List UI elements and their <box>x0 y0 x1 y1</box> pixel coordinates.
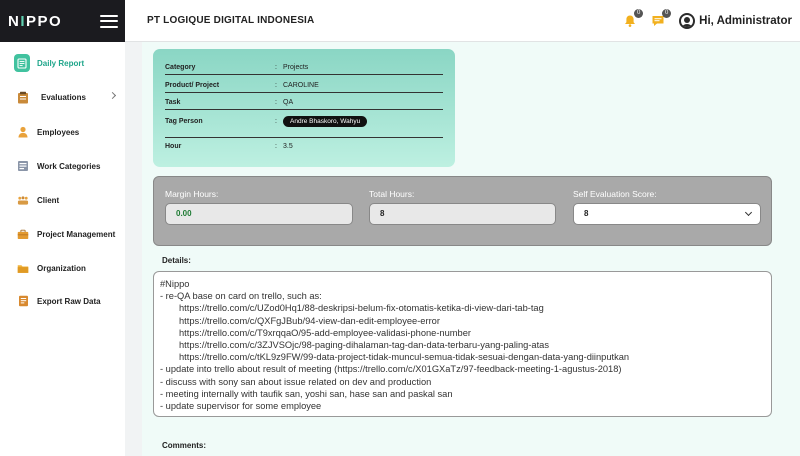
details-line: - discuss with sony san about issue rela… <box>160 376 432 387</box>
sidebar-item-label: Export Raw Data <box>37 296 101 306</box>
message-count: 0 <box>662 9 672 18</box>
hours-panel: Margin Hours: 0.00 Total Hours: 8 Self E… <box>153 176 772 246</box>
tag-person-chip[interactable]: Andre Bhaskoro, Wahyu <box>283 116 368 127</box>
details-line: #Nippo <box>160 279 190 289</box>
comments-label: Comments: <box>162 441 207 450</box>
sidebar-item-daily-report[interactable]: Daily Report <box>0 52 125 74</box>
sidebar-item-evaluations[interactable]: Evaluations <box>0 86 125 108</box>
details-line: https://trello.com/c/3ZJVSOjc/98-paging-… <box>179 340 549 351</box>
details-label: Details: <box>162 256 191 265</box>
sidebar-item-label: Organization <box>37 263 86 273</box>
menu-toggle-icon[interactable] <box>100 14 118 28</box>
chevron-down-icon <box>744 208 753 217</box>
total-hours-label: Total Hours: <box>369 189 415 199</box>
margin-hours-field[interactable]: 0.00 <box>165 203 353 225</box>
details-line: https://trello.com/c/tKL9z9FW/99-data-pr… <box>179 352 630 363</box>
notification-count: 0 <box>634 9 644 18</box>
sidebar-item-label: Work Categories <box>37 161 101 171</box>
details-line: - update into trello about result of mee… <box>160 364 622 375</box>
company-name: PT LOGIQUE DIGITAL INDONESIA <box>147 15 315 26</box>
category-value: Projects <box>283 64 309 71</box>
details-line: https://trello.com/c/QXFgJBub/94-view-da… <box>179 315 440 326</box>
sidebar-item-label: Employees <box>37 127 80 137</box>
details-line: - re-QA base on card on trello, such as: <box>160 291 322 302</box>
work-categories-icon <box>17 160 29 172</box>
details-line: - update supervisor for some employee <box>160 401 322 412</box>
product-row: Product/ Project : CAROLINE <box>165 79 443 93</box>
divider <box>165 137 443 138</box>
tag-person-row: Tag Person : Andre Bhaskoro, Wahyu <box>165 115 443 129</box>
details-line: - meeting internally with taufik san, yo… <box>160 388 453 399</box>
product-value: CAROLINE <box>283 82 319 89</box>
top-bar: PT LOGIQUE DIGITAL INDONESIA 0 0 Hi, Adm… <box>125 0 800 42</box>
details-textarea[interactable]: #Nippo - re-QA base on card on trello, s… <box>153 271 772 417</box>
task-value: QA <box>283 99 294 106</box>
sidebar-item-work-categories[interactable]: Work Categories <box>0 155 125 177</box>
sidebar-item-employees[interactable]: Employees <box>0 121 125 143</box>
sidebar-item-label: Evaluations <box>41 92 86 102</box>
margin-hours-label: Margin Hours: <box>165 189 219 199</box>
sidebar: Daily Report Evaluations Employees Work … <box>0 42 125 456</box>
notifications-button[interactable]: 0 <box>623 9 644 28</box>
hour-row: Hour : 3.5 <box>165 143 293 150</box>
project-management-icon <box>17 228 29 240</box>
self-evaluation-select[interactable]: 8 <box>573 203 761 225</box>
employees-icon <box>17 126 29 138</box>
sidebar-item-client[interactable]: Client <box>0 189 125 211</box>
export-raw-data-icon <box>17 295 29 307</box>
sidebar-item-export-raw-data[interactable]: Export Raw Data <box>0 290 125 312</box>
details-line: https://trello.com/c/UZod0Hq1/88-deskrip… <box>179 303 544 314</box>
sidebar-item-label: Project Management <box>37 229 116 239</box>
sidebar-item-project-management[interactable]: Project Management <box>0 223 125 245</box>
chevron-right-icon <box>108 91 117 100</box>
total-hours-field[interactable]: 8 <box>369 203 556 225</box>
user-avatar-icon[interactable] <box>679 13 696 29</box>
daily-report-icon <box>14 54 30 72</box>
app-logo[interactable]: NIPPO <box>8 13 62 30</box>
logo-bar: NIPPO <box>0 0 125 42</box>
hour-value: 3.5 <box>283 143 293 150</box>
sidebar-item-organization[interactable]: Organization <box>0 257 125 279</box>
self-evaluation-value: 8 <box>584 209 589 218</box>
client-icon <box>17 194 29 206</box>
task-row: Task : QA <box>165 96 443 110</box>
sidebar-item-label: Daily Report <box>37 58 85 68</box>
details-line: https://trello.com/c/T9xrqqaO/95-add-emp… <box>179 327 471 338</box>
user-greeting[interactable]: Hi, Administrator <box>699 15 792 27</box>
evaluations-icon <box>17 91 29 103</box>
self-evaluation-label: Self Evaluation Score: <box>573 189 657 199</box>
report-summary-card: Category : Projects Product/ Project : C… <box>153 49 455 167</box>
messages-button[interactable]: 0 <box>651 9 672 28</box>
sidebar-item-label: Client <box>37 195 60 205</box>
category-row: Category : Projects <box>165 61 443 75</box>
organization-icon <box>17 262 29 274</box>
